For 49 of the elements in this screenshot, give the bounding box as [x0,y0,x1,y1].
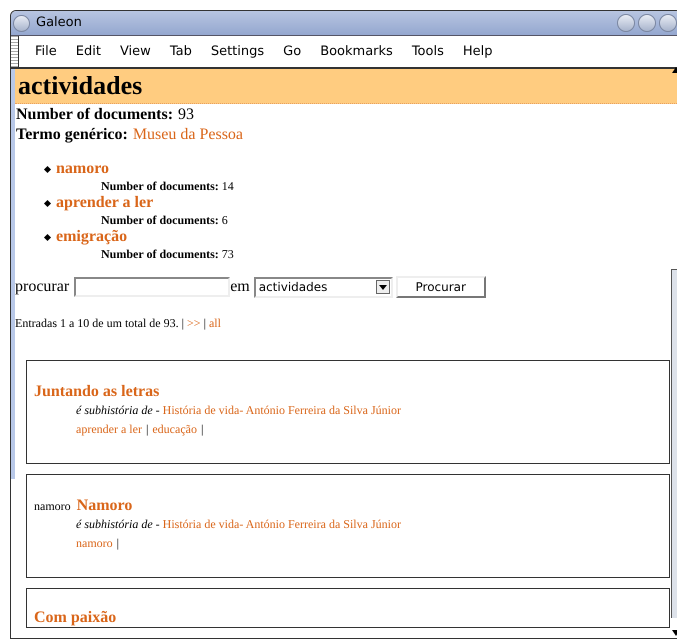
count-label: Number of documents: [101,246,219,262]
subterm-link[interactable]: aprender a ler [56,194,154,212]
menu-item[interactable]: View [120,42,151,62]
tag-link[interactable]: educação [152,420,197,439]
dash: - [156,516,160,533]
tag-link[interactable]: namoro [76,534,113,553]
tag-link[interactable]: aprender a ler [76,420,142,439]
search-label: procurar [15,277,70,297]
fact-label: Number of documents: [16,105,174,125]
window-title: Galeon [36,14,82,32]
separator: | [204,315,206,332]
scope-dropdown[interactable]: actividades [254,276,393,298]
menu-item[interactable]: File [35,42,57,62]
separator: | [182,315,184,332]
separator: | [146,421,148,438]
pagination-link[interactable]: all [208,314,221,332]
relation-label: é subhistória de [76,402,153,419]
parent-story-link[interactable]: História de vida- António Ferreira da Silva Júnior [162,515,401,534]
menu-item[interactable]: Settings [210,42,264,62]
dash: - [156,402,160,419]
fact-value: 93 [178,105,194,125]
scope-label: em [230,277,250,297]
result-title-link[interactable]: Com paixão [34,609,116,627]
separator: | [116,535,120,552]
menu-item[interactable]: Bookmarks [320,42,393,62]
count-label: Number of documents: [101,178,219,194]
menu-item[interactable]: Edit [76,42,101,62]
separator: | [201,421,204,438]
fact-label: Termo genérico: [16,125,128,145]
result-title-link[interactable]: Namoro [76,497,132,515]
result-title-link[interactable]: Juntando as letras [34,383,160,401]
parent-story-link[interactable]: História de vida- António Ferreira da Silva Júnior [162,401,401,420]
term-link[interactable]: Museu da Pessoa [132,125,244,145]
subterm-link[interactable]: emigração [56,228,128,246]
relation-label: é subhistória de [76,516,153,533]
menu-item[interactable]: Tab [170,42,192,62]
menu-item[interactable]: Tools [412,42,444,62]
count-value: 14 [222,178,234,194]
result-prefix: namoro [34,498,71,515]
search-button[interactable]: Procurar [396,276,486,298]
results-summary: Entradas 1 a 10 de um total de 93. [15,315,179,332]
menu-item[interactable]: Help [462,42,492,62]
menu-item[interactable]: Go [283,42,302,62]
count-value: 6 [222,212,228,228]
subterm-link[interactable]: namoro [56,160,110,178]
pagination-link[interactable]: >> [187,314,201,332]
page-heading: actividades [15,69,677,104]
count-label: Number of documents: [101,212,219,228]
count-value: 73 [222,246,234,262]
